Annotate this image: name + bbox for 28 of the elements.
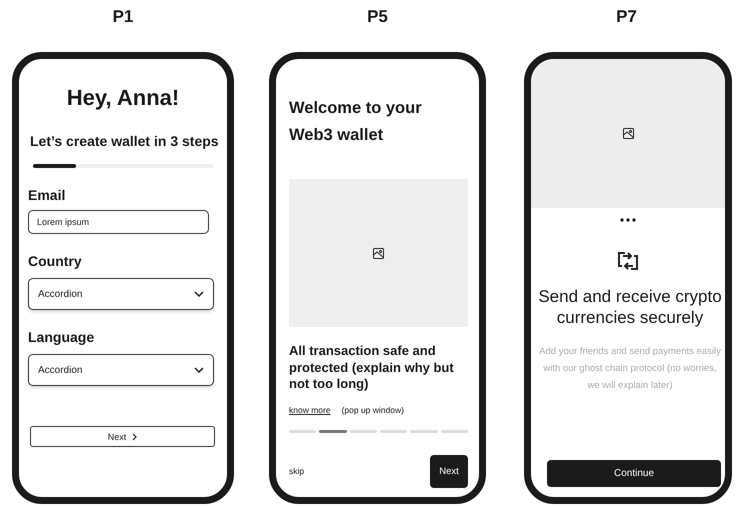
continue-button[interactable]: Continue bbox=[547, 460, 721, 487]
field-label: Email bbox=[28, 186, 66, 204]
swap-icon bbox=[618, 251, 638, 271]
next-button[interactable]: Next bbox=[30, 426, 215, 447]
field-label: Country bbox=[28, 252, 83, 270]
know-more-link[interactable]: know more bbox=[289, 404, 331, 416]
dropdown[interactable]: Accordion bbox=[28, 278, 214, 310]
dropdown[interactable]: Accordion bbox=[28, 354, 214, 386]
screen-title: Welcome to your Web3 wallet bbox=[289, 98, 423, 146]
screen-label: P7 bbox=[616, 6, 637, 28]
email-field[interactable]: Lorem ipsum bbox=[28, 210, 209, 234]
screen-label: P5 bbox=[367, 6, 388, 28]
image-icon bbox=[373, 248, 384, 258]
next-button[interactable]: Next bbox=[430, 454, 468, 488]
image-icon bbox=[622, 128, 634, 139]
field-label: Language bbox=[28, 328, 96, 346]
chevron-down-icon bbox=[194, 291, 204, 297]
chevron-right-icon bbox=[132, 432, 138, 440]
subtitle: Let’s create wallet in 3 steps bbox=[30, 132, 220, 150]
screen-label: P1 bbox=[112, 6, 134, 28]
screen-title: Send and receive crypto currencies securely bbox=[537, 286, 723, 328]
dots-icon bbox=[620, 218, 636, 222]
chevron-down-icon bbox=[194, 367, 204, 373]
note: (pop up window) bbox=[342, 404, 404, 416]
skip-link[interactable]: skip bbox=[289, 466, 304, 476]
description: All transaction safe and protected (explain why but not too long) bbox=[289, 343, 455, 392]
screen-title: Hey, Anna! bbox=[66, 85, 180, 111]
description: Add your friends and send payments easily with our ghost chain protocol (no worries, we will explain later) bbox=[538, 345, 722, 393]
